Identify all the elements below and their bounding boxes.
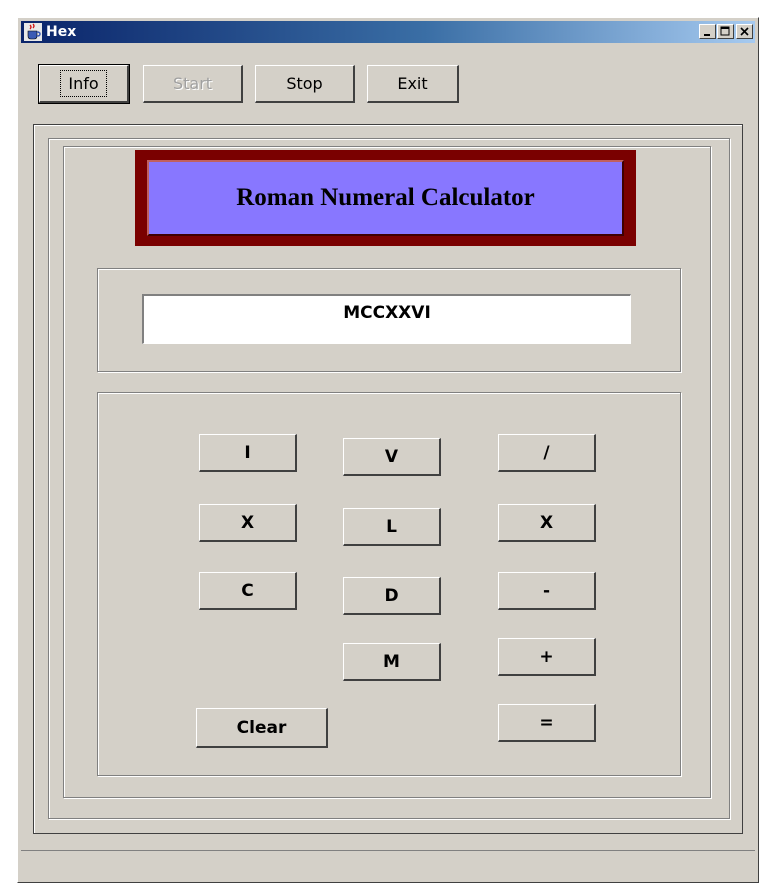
title-banner: Roman Numeral Calculator (135, 150, 636, 246)
key-X[interactable]: X (199, 504, 297, 542)
key-C[interactable]: C (199, 572, 297, 610)
stop-button-label: Stop (286, 74, 323, 93)
plus-button[interactable]: + (498, 638, 596, 676)
key-D[interactable]: D (343, 577, 441, 615)
close-button[interactable] (736, 24, 753, 39)
divide-button[interactable]: / (498, 434, 596, 472)
exit-button-label: Exit (397, 74, 428, 93)
start-button-label: Start (172, 74, 213, 93)
stop-button[interactable]: Stop (255, 65, 355, 103)
maximize-button[interactable] (717, 24, 734, 39)
minimize-button[interactable] (699, 24, 716, 39)
start-button[interactable]: Start (143, 65, 243, 103)
info-button-label: Info (60, 70, 107, 97)
close-icon (740, 27, 749, 36)
key-V[interactable]: V (343, 438, 441, 476)
key-M[interactable]: M (343, 643, 441, 681)
numeral-display[interactable]: MCCXXVI (142, 294, 631, 344)
info-button[interactable]: Info (38, 64, 130, 104)
minus-button[interactable]: - (498, 572, 596, 610)
key-L[interactable]: L (343, 508, 441, 546)
equals-button[interactable]: = (498, 704, 596, 742)
maximize-icon (720, 26, 730, 36)
title-bar[interactable]: Hex (21, 21, 755, 43)
minimize-icon (704, 34, 710, 36)
java-cup-icon[interactable] (24, 23, 42, 41)
window-title: Hex (46, 24, 77, 40)
status-bar (21, 850, 755, 881)
exit-button[interactable]: Exit (367, 65, 459, 103)
multiply-button[interactable]: X (498, 504, 596, 542)
banner-title: Roman Numeral Calculator (147, 160, 624, 236)
clear-button[interactable]: Clear (196, 708, 328, 748)
key-I[interactable]: I (199, 434, 297, 472)
